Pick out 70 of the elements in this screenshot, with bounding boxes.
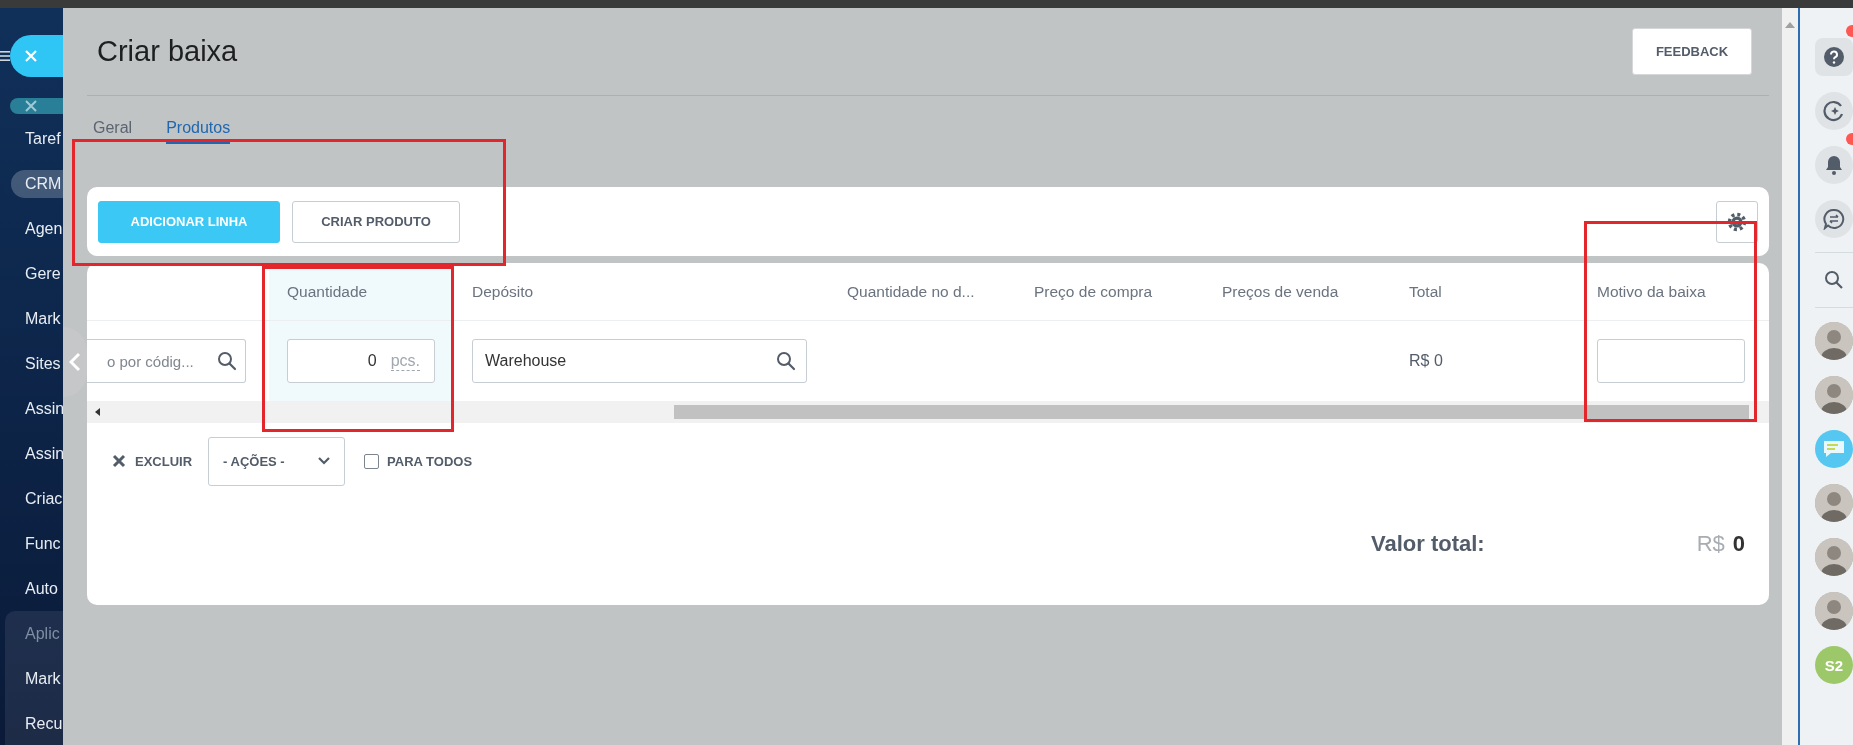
scrollbar-thumb[interactable] xyxy=(674,405,1749,419)
avatar[interactable] xyxy=(1815,592,1853,630)
gear-icon xyxy=(1727,211,1747,232)
sidebar-item[interactable]: CRM xyxy=(11,169,63,198)
actions-dropdown[interactable]: - AÇÕES - xyxy=(208,436,346,486)
close-button[interactable] xyxy=(10,98,63,114)
person-silhouette-icon xyxy=(1815,376,1853,414)
column-header: Quantidade xyxy=(287,282,368,301)
person-silhouette-icon xyxy=(1815,592,1853,630)
product-search-field[interactable]: o por códig... xyxy=(87,339,246,383)
close-button[interactable] xyxy=(10,35,63,77)
chat-button[interactable] xyxy=(1815,200,1853,238)
quantity-field[interactable]: 0 pcs. xyxy=(287,339,435,383)
chat-bubble-icon xyxy=(1822,438,1846,460)
chevron-down-icon xyxy=(318,457,331,465)
avatar[interactable] xyxy=(1815,322,1853,360)
reason-input-field[interactable] xyxy=(1597,339,1745,383)
close-icon xyxy=(24,49,38,63)
checkbox[interactable] xyxy=(364,453,380,469)
warehouse-field[interactable]: Warehouse xyxy=(472,339,807,383)
close-icon xyxy=(112,454,126,468)
sidebar-item[interactable]: Agen xyxy=(11,214,63,243)
avatar[interactable] xyxy=(1815,538,1853,576)
currency-symbol: R$ xyxy=(1696,531,1725,557)
sidebar-item[interactable]: Criac xyxy=(11,484,63,513)
sidebar-item[interactable]: Mark xyxy=(11,664,63,693)
bell-button[interactable] xyxy=(1815,146,1853,184)
person-silhouette-icon xyxy=(1815,484,1853,522)
sidebar-item[interactable]: Taref xyxy=(11,124,63,153)
sidebar-item[interactable]: Assin xyxy=(11,394,63,423)
sidebar-item[interactable]: Assin xyxy=(11,439,63,468)
search-icon xyxy=(776,351,796,371)
column-header: Quantidade no d... xyxy=(847,282,975,301)
close-icon xyxy=(24,99,38,113)
column-header: Total xyxy=(1409,282,1442,301)
search-icon xyxy=(1824,270,1844,290)
sparkle-circle-button[interactable] xyxy=(1815,92,1853,130)
table-cell: R$ 0 xyxy=(1409,352,1443,370)
avatar[interactable] xyxy=(1815,484,1853,522)
feedback-button[interactable]: FEEDBACK xyxy=(1632,28,1752,75)
column-header: Preço de compra xyxy=(1034,282,1153,301)
menu-icon[interactable] xyxy=(0,50,10,62)
avatar[interactable] xyxy=(1815,376,1853,414)
help-button[interactable] xyxy=(1815,38,1853,76)
question-mark-icon xyxy=(1823,46,1845,68)
sidebar-item[interactable]: Mark xyxy=(11,304,63,333)
total-label: Valor total: xyxy=(1371,531,1485,557)
sidebar-item[interactable]: Sites xyxy=(11,349,63,378)
column-header: Motivo da baixa xyxy=(1597,282,1706,301)
search-icon xyxy=(217,351,237,371)
create-product-button[interactable]: CRIAR PRODUTO xyxy=(292,200,460,243)
checkbox-label[interactable]: PARA TODOS xyxy=(387,453,473,469)
chat-arrows-icon xyxy=(1823,208,1845,230)
sparkle-circle-icon xyxy=(1823,100,1845,122)
settings-button[interactable] xyxy=(1716,200,1758,243)
sidebar-item[interactable]: Func xyxy=(11,529,63,558)
chevron-left-icon xyxy=(69,352,81,372)
column-header: Preços de venda xyxy=(1222,282,1339,301)
bell-icon xyxy=(1824,154,1844,176)
person-silhouette-icon xyxy=(1815,322,1853,360)
panel-title: Criar baixa xyxy=(97,35,238,68)
sidebar-item[interactable]: Gere xyxy=(11,259,63,288)
total-amount: 0 xyxy=(1732,531,1745,557)
sidebar-item[interactable]: Recu xyxy=(11,709,63,738)
column-header: Depósito xyxy=(472,282,534,301)
sidebar-item[interactable]: Auto xyxy=(11,574,63,603)
person-silhouette-icon xyxy=(1815,538,1853,576)
sidebar-group-title[interactable]: Aplic xyxy=(11,619,63,648)
scroll-left-arrow-icon[interactable] xyxy=(95,408,101,416)
delete-button[interactable]: EXCLUIR xyxy=(112,453,193,469)
